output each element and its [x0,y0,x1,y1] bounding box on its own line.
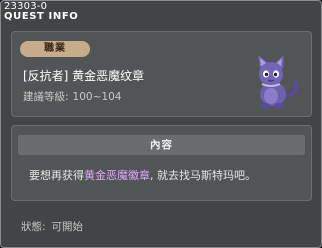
job-badge: 職業 [20,41,90,57]
level-label: 建議等級: [23,91,69,103]
job-panel: 職業 [反抗者] 黄金恶魔纹章 建議等級: 100~104 [11,31,312,117]
status-label: 狀態: [21,221,46,233]
content-item-name: 黄金恶魔徽章 [84,169,150,182]
content-header: 內容 [18,135,305,155]
purple-cat-character-icon [258,55,299,109]
recommended-level: 建議等級: 100~104 [23,91,125,103]
quest-info-window: 23303-0 QUEST INFO 職業 [反抗者] 黄金恶魔纹章 建議等級:… [0,0,322,248]
job-name: [反抗者] 黄金恶魔纹章 [23,69,145,83]
status-value: 可開始 [51,221,84,233]
content-text-before: 要想再获得 [29,169,84,182]
content-text: 要想再获得黄金恶魔徽章, 就去找马斯特玛吧。 [29,169,256,183]
content-panel: 內容 要想再获得黄金恶魔徽章, 就去找马斯特玛吧。 [11,125,312,201]
window-title: QUEST INFO [4,11,79,22]
content-text-after: , 就去找马斯特玛吧。 [150,169,256,182]
level-range: 100~104 [72,91,122,103]
quest-status: 狀態: 可開始 [21,221,89,233]
